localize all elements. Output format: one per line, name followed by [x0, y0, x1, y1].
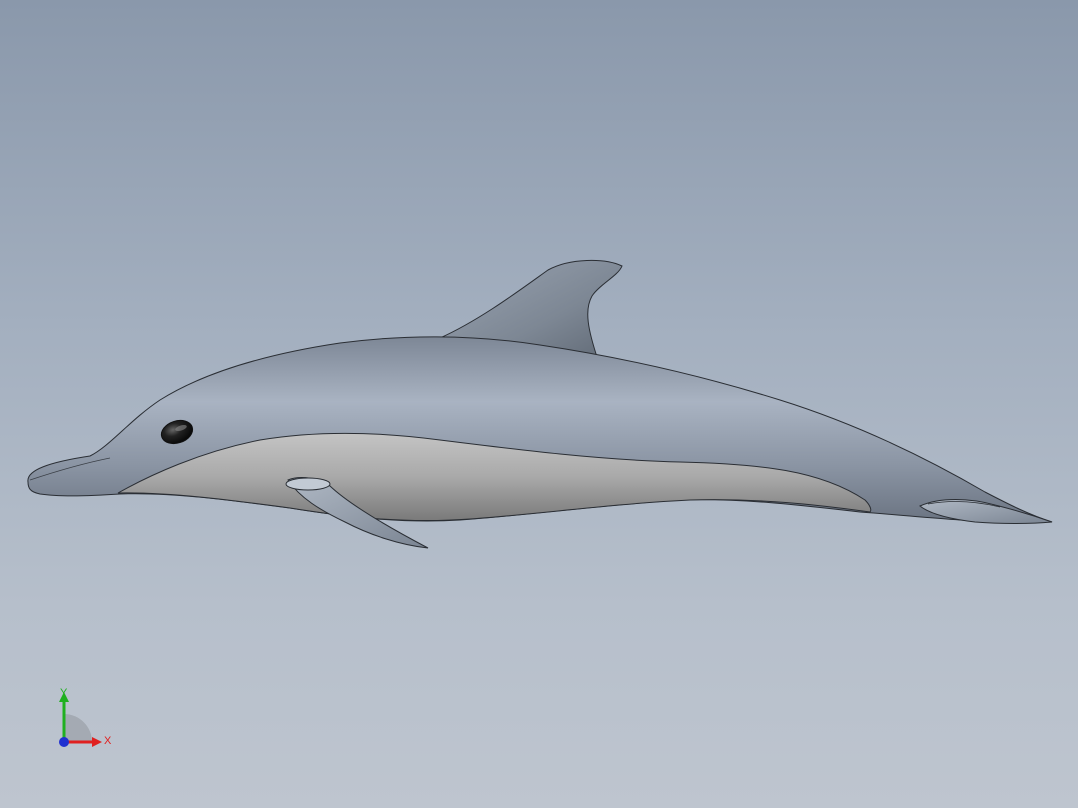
y-axis-label: Y: [60, 687, 68, 699]
axis-triad: Y X: [59, 687, 112, 747]
dolphin-model[interactable]: [0, 0, 1078, 808]
x-axis-label: X: [104, 735, 112, 747]
graphics-viewport[interactable]: Y X: [0, 0, 1078, 808]
tail-fluke: [919, 499, 1053, 524]
z-axis-origin: [59, 737, 69, 747]
